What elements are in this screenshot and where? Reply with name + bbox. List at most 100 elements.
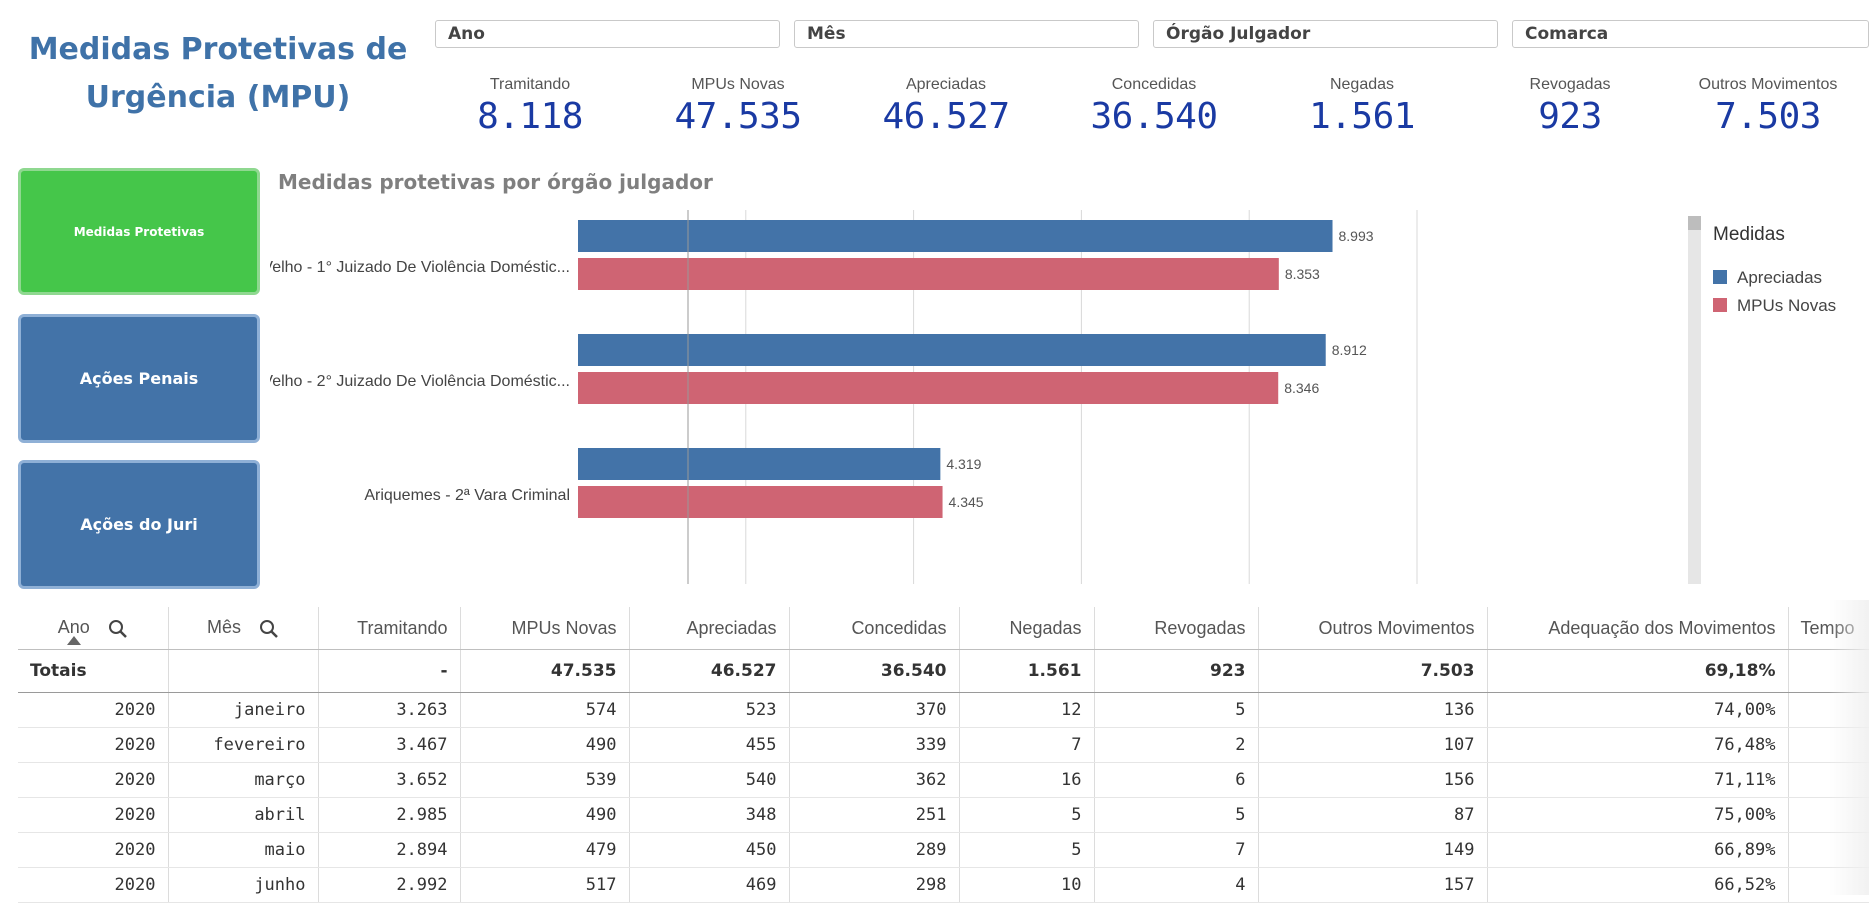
totals-cell: Totais [18, 649, 169, 693]
table-cell: 5 [959, 797, 1095, 833]
table-row[interactable]: 2020 junho 2.992 517 469 298 10 4 157 66,52% [18, 867, 1869, 903]
totals-row: Totais - 47.535 46.527 36.540 1.561 923 … [18, 649, 1869, 693]
table-cell: 469 [629, 867, 790, 903]
table-cell: 2020 [18, 762, 169, 798]
nav-medidas-protetivas-button[interactable]: Medidas Protetivas [18, 168, 260, 295]
table-cell: maio [168, 832, 319, 868]
kpi-mpus-novas: MPUs Novas 47.535 [638, 76, 838, 137]
filter-orgao-julgador[interactable]: Órgão Julgador [1153, 20, 1498, 48]
bar-mpus-novas[interactable] [578, 258, 1279, 290]
chart-scrollbar[interactable] [1688, 216, 1701, 584]
scroll-fade [1829, 600, 1869, 895]
kpi-tramitando: Tramitando 8.118 [430, 76, 630, 137]
table-cell: 490 [460, 727, 630, 763]
table-cell: 16 [959, 762, 1095, 798]
kpi-label: Outros Movimentos [1698, 76, 1838, 93]
search-icon[interactable] [259, 619, 279, 639]
table-cell: 450 [629, 832, 790, 868]
table-cell: 107 [1258, 727, 1488, 763]
data-label: 8.912 [1332, 342, 1367, 358]
totals-cell: - [318, 649, 461, 693]
kpi-apreciadas: Apreciadas 46.527 [846, 76, 1046, 137]
table-cell: março [168, 762, 319, 798]
table-cell: 539 [460, 762, 630, 798]
legend-item[interactable]: Apreciadas [1737, 268, 1822, 287]
kpi-value: 36.540 [1090, 96, 1218, 137]
search-icon[interactable] [108, 619, 128, 639]
table-cell: 3.652 [318, 762, 461, 798]
kpi-value: 47.535 [674, 96, 802, 137]
bar-mpus-novas[interactable] [578, 486, 943, 518]
table-cell: 490 [460, 797, 630, 833]
column-header-adequacao[interactable]: Adequação dos Movimentos [1487, 607, 1789, 650]
data-label: 8.993 [1339, 228, 1374, 244]
kpi-label: Negadas [1329, 76, 1395, 93]
table-cell: 4 [1094, 867, 1259, 903]
column-header-mpus-novas[interactable]: MPUs Novas [460, 607, 630, 650]
nav-acoes-do-juri-button[interactable]: Ações do Juri [18, 460, 260, 589]
table-cell: 3.263 [318, 692, 461, 728]
table-row[interactable]: 2020 abril 2.985 490 348 251 5 5 87 75,00% [18, 797, 1869, 833]
legend-swatch [1713, 298, 1727, 312]
kpi-label: Revogadas [1529, 76, 1611, 93]
table-cell: 517 [460, 867, 630, 903]
filter-mes[interactable]: Mês [794, 20, 1139, 48]
table-cell: 12 [959, 692, 1095, 728]
column-header-outros-movimentos[interactable]: Outros Movimentos [1258, 607, 1488, 650]
table-cell: 339 [789, 727, 960, 763]
filter-comarca[interactable]: Comarca [1512, 20, 1869, 48]
chart-title: Medidas protetivas por órgão julgador [278, 170, 713, 194]
table-row[interactable]: 2020 maio 2.894 479 450 289 5 7 149 66,89% [18, 832, 1869, 868]
totals-cell: 7.503 [1258, 649, 1488, 693]
table-cell: 289 [789, 832, 960, 868]
table-cell: 10 [959, 867, 1095, 903]
totals-cell: 69,18% [1487, 649, 1789, 693]
sort-ascending-icon [67, 636, 81, 645]
bar-mpus-novas[interactable] [578, 372, 1279, 404]
column-header-revogadas[interactable]: Revogadas [1094, 607, 1259, 650]
category-label: Ariquemes - 2ª Vara Criminal [364, 487, 570, 504]
totals-cell: 36.540 [789, 649, 960, 693]
nav-acoes-penais-button[interactable]: Ações Penais [18, 314, 260, 443]
chart-legend: Medidas Apreciadas MPUs Novas [1713, 224, 1836, 315]
column-header-negadas[interactable]: Negadas [959, 607, 1095, 650]
table-row[interactable]: 2020 janeiro 3.263 574 523 370 12 5 136 74,00% [18, 692, 1869, 728]
kpi-label: MPUs Novas [691, 76, 785, 93]
legend-item[interactable]: MPUs Novas [1737, 296, 1836, 315]
column-header-mes[interactable]: Mês [168, 607, 319, 650]
column-header-apreciadas[interactable]: Apreciadas [629, 607, 790, 650]
kpi-outros-movimentos: Outros Movimentos 7.503 [1668, 76, 1868, 137]
chart-scrollbar-thumb[interactable] [1688, 216, 1701, 230]
table-cell: 66,52% [1487, 867, 1789, 903]
table-cell: 2020 [18, 727, 169, 763]
bar-apreciadas[interactable] [578, 334, 1326, 366]
column-header-label: Ano [57, 617, 90, 638]
data-label: 8.353 [1285, 266, 1320, 282]
table-cell: 76,48% [1487, 727, 1789, 763]
column-header-ano[interactable]: Ano [18, 607, 169, 650]
data-label: 8.346 [1284, 380, 1319, 396]
totals-cell [168, 649, 319, 693]
kpi-label: Apreciadas [905, 76, 987, 93]
table-row[interactable]: 2020 fevereiro 3.467 490 455 339 7 2 107 76,48% [18, 727, 1869, 763]
table-cell: fevereiro [168, 727, 319, 763]
table-cell: 523 [629, 692, 790, 728]
table-row[interactable]: 2020 março 3.652 539 540 362 16 6 156 71,11% [18, 762, 1869, 798]
table-cell: 455 [629, 727, 790, 763]
table-cell: 479 [460, 832, 630, 868]
bar-apreciadas[interactable] [578, 448, 941, 480]
chart-bars [578, 220, 1333, 518]
filter-ano[interactable]: Ano [435, 20, 780, 48]
table-cell: junho [168, 867, 319, 903]
bar-apreciadas[interactable] [578, 220, 1333, 252]
table-cell: 7 [959, 727, 1095, 763]
column-header-concedidas[interactable]: Concedidas [789, 607, 960, 650]
table-cell: 71,11% [1487, 762, 1789, 798]
table-cell: 348 [629, 797, 790, 833]
data-label: 4.319 [946, 456, 981, 472]
column-header-tramitando[interactable]: Tramitando [318, 607, 461, 650]
table-cell: 2020 [18, 797, 169, 833]
table-cell: 2.985 [318, 797, 461, 833]
table-cell: 74,00% [1487, 692, 1789, 728]
table-cell: 298 [789, 867, 960, 903]
